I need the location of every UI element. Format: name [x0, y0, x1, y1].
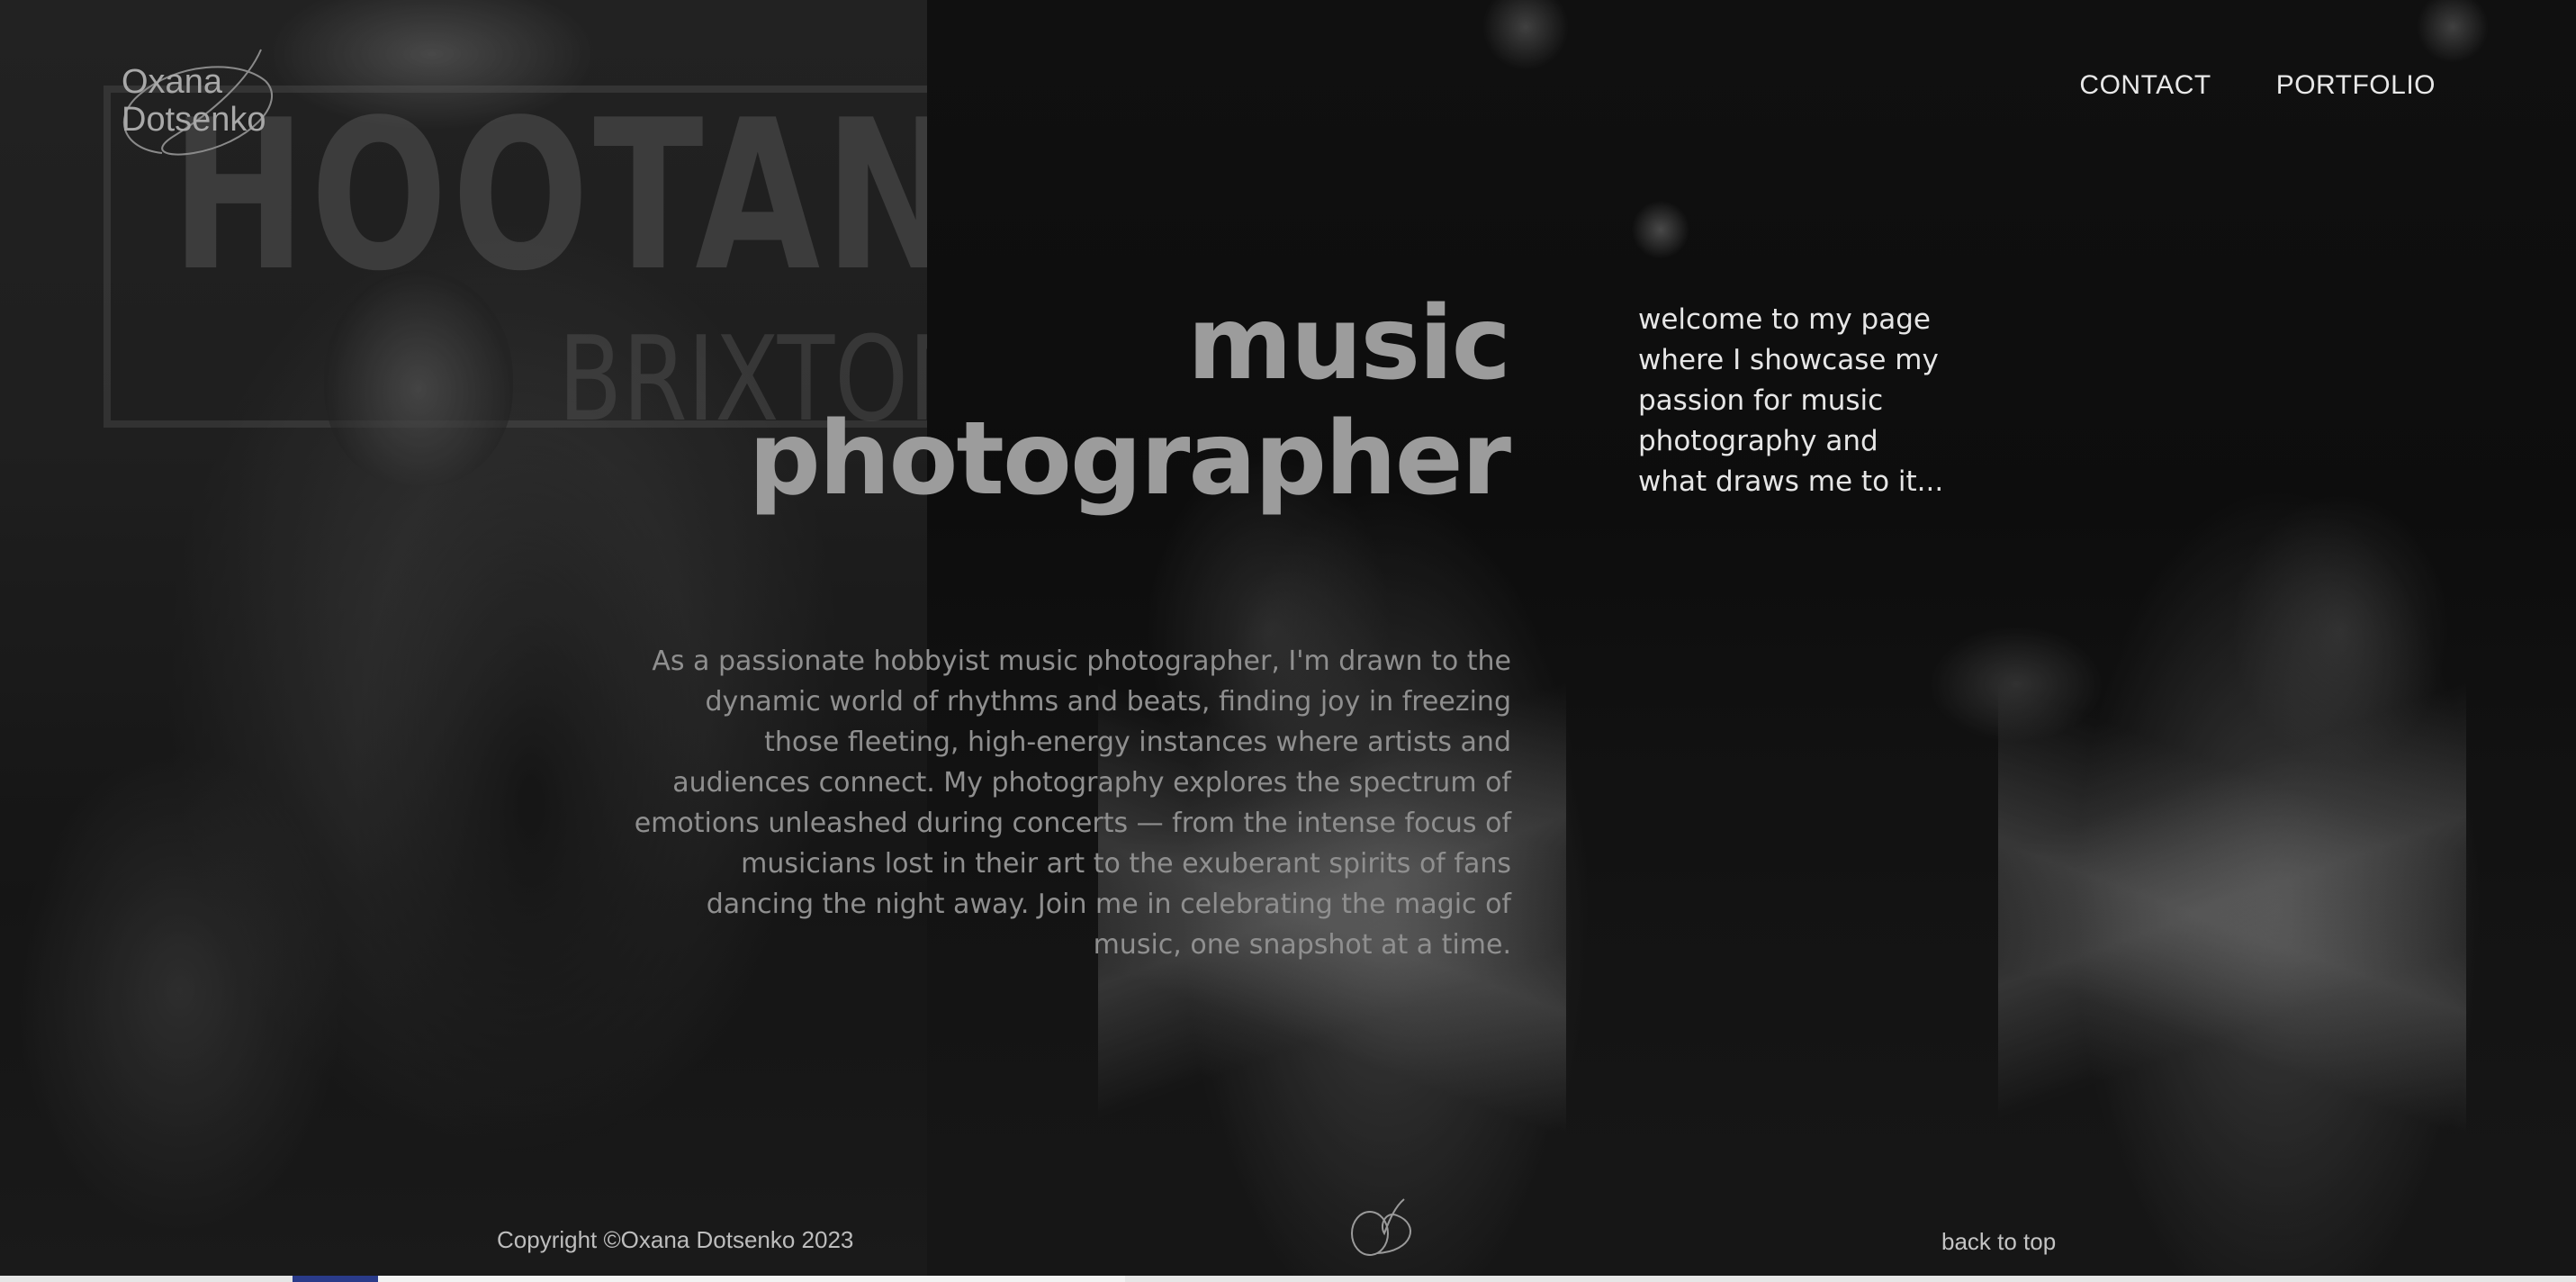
strip-segment — [378, 1276, 1125, 1282]
nav-contact-link[interactable]: CONTACT — [2079, 70, 2211, 101]
welcome-text: welcome to my page where I showcase my p… — [1638, 303, 1944, 498]
nav-portfolio-link[interactable]: PORTFOLIO — [2276, 70, 2436, 101]
back-to-top-link[interactable]: back to top — [1941, 1228, 2056, 1256]
logo-last-name: Dotsenko — [122, 101, 266, 139]
page-title-line1: music — [1187, 285, 1511, 402]
about-line: audiences connect. My photography explor… — [672, 767, 1511, 799]
about-line: music, one snapshot at a time. — [1093, 929, 1511, 961]
main-nav: CONTACT PORTFOLIO — [2079, 70, 2436, 101]
footer-copyright: Copyright ©Oxana Dotsenko 2023 — [497, 1226, 854, 1253]
page-title-line2: photographer — [748, 401, 1511, 518]
about-line: dynamic world of rhythms and beats, find… — [705, 686, 1511, 718]
about-paragraph: As a passionate hobbyist music photograp… — [629, 641, 1511, 965]
about-line: emotions unleashed during concerts — fro… — [634, 808, 1511, 839]
page-title: music photographer — [699, 285, 1511, 518]
logo[interactable]: Oxana Dotsenko — [113, 45, 279, 162]
about-line: As a passionate hobbyist music photograp… — [652, 646, 1511, 677]
footer-monogram-icon — [1351, 1198, 1411, 1256]
about-line: musicians lost in their art to the exube… — [741, 848, 1511, 880]
logo-text: Oxana Dotsenko — [122, 63, 266, 139]
about-line: dancing the night away. Join me in celeb… — [706, 889, 1511, 920]
logo-first-name: Oxana — [122, 63, 222, 101]
about-line: those fleeting, high-energy instances wh… — [764, 727, 1511, 758]
bottom-scrollbar-strip — [0, 1276, 2576, 1282]
strip-segment — [293, 1276, 378, 1282]
